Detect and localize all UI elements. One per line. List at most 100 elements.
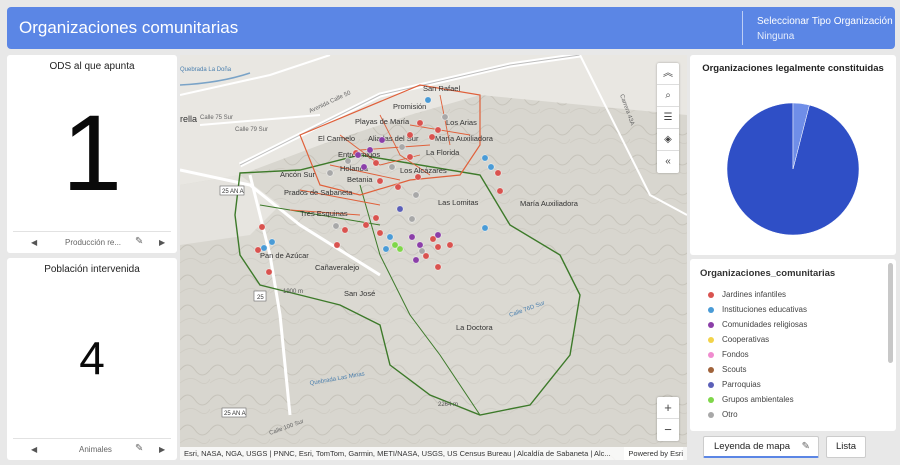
organization-point[interactable] [406,153,414,161]
previous-arrow-icon[interactable]: ◀ [31,238,37,247]
zoom-out-button[interactable]: − [657,419,679,441]
edit-pencil-icon[interactable]: ✎ [802,437,810,457]
legend-item: Parroquias [708,377,807,392]
organization-point[interactable] [434,243,442,251]
ods-card-footer: ◀ Producción re... ✎ ▶ [13,231,171,253]
organization-point[interactable] [366,146,374,154]
organization-point[interactable] [494,169,502,177]
organization-point[interactable] [394,183,402,191]
organization-point[interactable] [446,241,454,249]
legend-item-label: Instituciones educativas [722,305,807,314]
organization-point[interactable] [378,136,386,144]
edit-pencil-icon[interactable]: ✎ [135,443,143,454]
organization-point[interactable] [418,247,426,255]
pie-chart[interactable] [690,55,896,255]
zoom-in-button[interactable]: + [657,397,679,419]
organization-point[interactable] [326,169,334,177]
ods-card-footer-label: Producción re... [65,238,122,247]
legend-title: Organizaciones_comunitarias [700,268,836,279]
header-divider [742,11,743,45]
organization-point[interactable] [382,245,390,253]
edit-pencil-icon[interactable]: ✎ [135,236,143,247]
search-icon[interactable]: ⌕ [657,85,679,107]
organization-point[interactable] [344,157,352,165]
legend-scrollbar[interactable] [888,263,893,363]
organization-point[interactable] [354,151,362,159]
organization-point[interactable] [386,233,394,241]
poblacion-card-footer: ◀ Animales ✎ ▶ [13,438,171,460]
legend-icon[interactable]: ☰ [657,107,679,129]
leyenda-de-mapa-tab[interactable]: Leyenda de mapa ✎ [703,436,819,458]
organization-point[interactable] [441,113,449,121]
legend-item-label: Otro [722,410,738,419]
map-label: Calle 75 Sur [200,115,233,121]
lista-tab[interactable]: Lista [826,436,866,458]
organization-point[interactable] [360,163,368,171]
organization-point[interactable] [265,268,273,276]
map-label: Ancón Sur [280,170,316,179]
organization-point[interactable] [333,241,341,249]
chevron-left-icon[interactable]: « [657,151,679,173]
organization-point[interactable] [416,119,424,127]
organization-point[interactable] [260,244,268,252]
organization-point[interactable] [372,159,380,167]
map-label: rella [180,114,197,124]
map-view[interactable]: San Rafael Promisión Playas de María Los… [180,55,687,460]
organization-point[interactable] [398,143,406,151]
organization-point[interactable] [481,154,489,162]
legend-item-label: Fondos [722,350,749,359]
map-label: Playas de María [355,117,410,126]
organization-point[interactable] [412,256,420,264]
next-arrow-icon[interactable]: ▶ [159,445,165,454]
organization-point[interactable] [428,133,436,141]
organization-type-selector-label[interactable]: Seleccionar Tipo Organización [757,16,893,27]
organization-point[interactable] [406,131,414,139]
powered-by-esri[interactable]: Powered by Esri [624,447,683,460]
layers-icon[interactable]: ◈ [657,129,679,151]
organization-point[interactable] [434,231,442,239]
organization-point[interactable] [416,241,424,249]
organization-point[interactable] [408,215,416,223]
legend-swatch-icon [708,381,714,388]
organization-type-selector-value[interactable]: Ninguna [757,31,794,42]
organization-point[interactable] [332,222,340,230]
next-arrow-icon[interactable]: ▶ [159,238,165,247]
map-label: Quebrada La Doña [180,67,232,73]
organization-point[interactable] [396,245,404,253]
legend-swatch-icon [708,411,714,418]
organization-point[interactable] [268,238,276,246]
legend-swatch-icon [708,291,714,298]
organization-point[interactable] [424,96,432,104]
zoom-controls: + − [657,397,679,441]
organization-point[interactable] [487,163,495,171]
organization-point[interactable] [388,163,396,171]
legend-item-label: Grupos ambientales [722,395,794,404]
organization-point[interactable] [254,246,262,254]
organization-point[interactable] [481,224,489,232]
map-label: Tres Esquinas [300,209,348,218]
page-title: Organizaciones comunitarias [19,18,239,37]
organization-point[interactable] [434,263,442,271]
organization-point[interactable] [341,226,349,234]
map-label: Cañaveralejo [315,263,359,272]
pie-chart-panel: Organizaciones legalmente constituidas [690,55,896,255]
organization-point[interactable] [414,173,422,181]
organization-point[interactable] [362,221,370,229]
map-label: Las Lomitas [438,198,479,207]
organization-point[interactable] [372,214,380,222]
map-label: El Carmelo [318,134,355,143]
organization-point[interactable] [434,126,442,134]
previous-arrow-icon[interactable]: ◀ [31,445,37,454]
map-canvas[interactable]: San Rafael Promisión Playas de María Los… [180,55,687,460]
map-label: María Auxiliadora [435,134,494,143]
organization-point[interactable] [412,191,420,199]
organization-point[interactable] [408,233,416,241]
organization-point[interactable] [496,187,504,195]
organization-point[interactable] [376,177,384,185]
collapse-icon[interactable]: ︽ [657,63,679,85]
organization-point[interactable] [258,223,266,231]
app-header: Organizaciones comunitarias Seleccionar … [7,7,895,49]
organization-point[interactable] [376,229,384,237]
ods-card-title: ODS al que apunta [49,61,135,72]
organization-point[interactable] [396,205,404,213]
